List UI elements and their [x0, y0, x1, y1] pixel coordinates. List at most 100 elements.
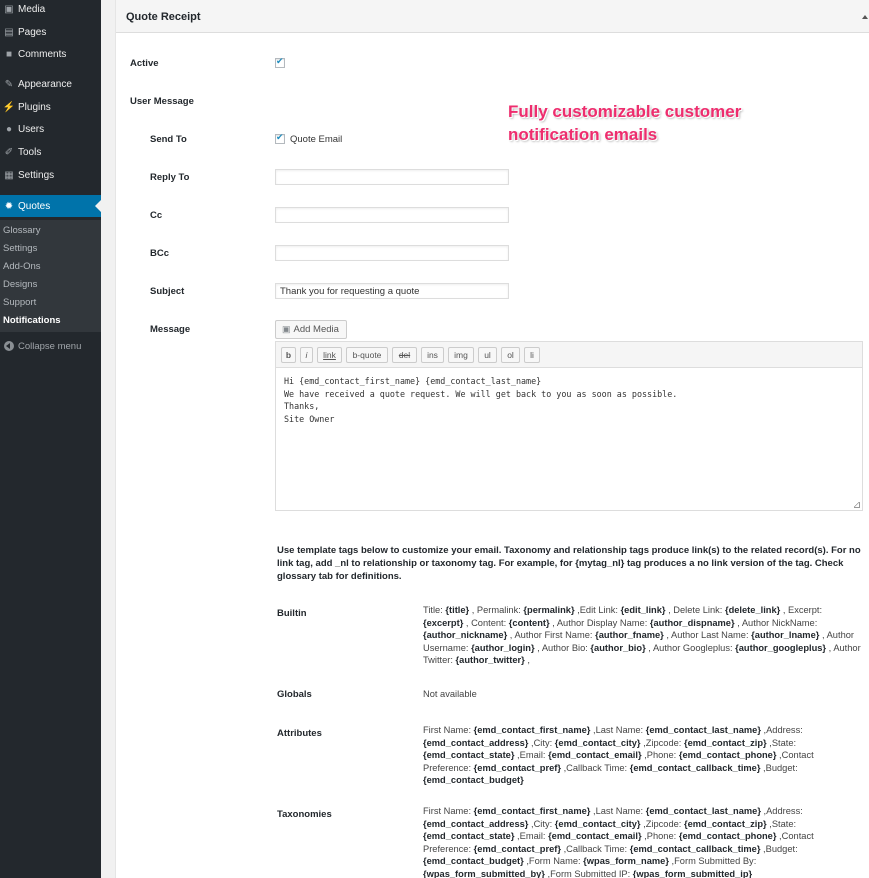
tag-code: {emd_contact_state}: [423, 831, 515, 841]
sidebar-item-plugins[interactable]: ⚡ Plugins: [0, 96, 101, 118]
submenu-item-add-ons[interactable]: Add-Ons: [3, 261, 41, 272]
tag-name: City:: [533, 737, 555, 748]
tag-name: Author First Name:: [514, 630, 596, 640]
tag-code: {emd_contact_phone}: [678, 750, 777, 760]
tag-code: {emd_contact_last_name}: [645, 806, 761, 816]
submenu-item-support[interactable]: Support: [3, 297, 36, 308]
ol-button[interactable]: ol: [501, 347, 520, 363]
tag-name: Phone:: [646, 831, 679, 841]
tag-name: Last Name:: [595, 806, 646, 816]
promo-line-1: Fully customizable customer: [508, 102, 742, 121]
settings-icon: ▦: [4, 169, 14, 181]
quote-receipt-panel: Quote Receipt Active User Message Send T…: [115, 0, 869, 878]
user-message-label: User Message: [130, 96, 194, 107]
tag-code: {emd_contact_email}: [548, 750, 642, 760]
italic-button[interactable]: i: [300, 347, 313, 363]
del-button[interactable]: del: [392, 347, 417, 363]
submenu-item-settings[interactable]: Settings: [3, 243, 37, 254]
globals-value: Not available: [423, 689, 477, 699]
tag-name: Zipcode:: [645, 737, 684, 748]
bcc-label: BCc: [150, 248, 170, 259]
tag-code: {wpas_form_submitted_by}: [423, 868, 545, 878]
tag-name: Address:: [766, 725, 803, 735]
cc-label: Cc: [150, 210, 163, 221]
tag-name: First Name:: [423, 806, 474, 816]
tag-name: Form Name:: [528, 856, 584, 866]
admin-sidebar: ▣ Media ▤ Pages ■ Comments ✎ Appearance ⚡ Plu…: [0, 0, 101, 878]
link-button[interactable]: link: [317, 347, 342, 363]
tag-code: {emd_contact_budget}: [423, 775, 524, 785]
sidebar-item-comments[interactable]: ■ Comments: [0, 43, 101, 65]
cc-input[interactable]: [275, 207, 509, 223]
quotes-submenu: Glossary Settings Add-Ons Designs Suppor…: [0, 220, 101, 332]
promo-line-2: notification emails: [508, 125, 658, 144]
submenu-item-notifications[interactable]: Notifications: [3, 315, 61, 326]
tag-code: {author_lname}: [751, 630, 820, 640]
ins-button[interactable]: ins: [421, 347, 444, 363]
send-to-label: Send To: [150, 134, 187, 145]
tag-name: City:: [533, 818, 555, 829]
sidebar-item-tools[interactable]: ✐ Tools: [0, 141, 101, 163]
tag-code: {author_login}: [471, 642, 535, 653]
ul-button[interactable]: ul: [478, 347, 497, 363]
bold-button[interactable]: b: [281, 347, 296, 363]
sidebar-item-pages[interactable]: ▤ Pages: [0, 21, 101, 43]
tag-name: Form Submitted By:: [674, 856, 757, 866]
message-body-textarea[interactable]: Hi {emd_contact_first_name} {emd_contact…: [276, 369, 862, 510]
tag-code: {author_googleplus}: [735, 642, 827, 653]
tag-name: State:: [771, 737, 797, 748]
tag-name: Author Display Name:: [556, 617, 650, 628]
sidebar-item-media[interactable]: ▣ Media: [0, 0, 101, 20]
globals-label: Globals: [277, 689, 312, 700]
active-checkbox[interactable]: [275, 56, 285, 68]
tag-name: Budget:: [765, 762, 798, 773]
sidebar-item-appearance[interactable]: ✎ Appearance: [0, 73, 101, 95]
tag-code: {content}: [508, 617, 550, 628]
tag-code: {emd_contact_budget}: [423, 856, 524, 866]
collapse-menu-button[interactable]: Collapse menu: [0, 338, 101, 354]
tag-code: {emd_contact_address}: [423, 737, 529, 748]
bcc-input[interactable]: [275, 245, 509, 261]
tag-name: Budget:: [765, 843, 798, 854]
tag-code: {emd_contact_city}: [554, 737, 641, 748]
tag-code: {excerpt}: [423, 617, 464, 628]
panel-header: Quote Receipt: [116, 0, 869, 33]
tag-code: {emd_contact_pref}: [473, 843, 561, 854]
tag-code: {delete_link}: [724, 605, 781, 615]
tag-code: {title}: [445, 605, 470, 615]
submenu-item-glossary[interactable]: Glossary: [3, 225, 40, 236]
add-media-button[interactable]: ▣ Add Media: [275, 320, 347, 339]
reply-to-label: Reply To: [150, 172, 190, 183]
message-editor: b i link b-quote del ins img ul ol li Hi…: [275, 341, 863, 511]
users-icon: ●: [5, 123, 13, 135]
tag-code: {emd_contact_pref}: [473, 762, 561, 773]
tag-code: {emd_contact_last_name}: [645, 725, 761, 735]
tag-name: Email:: [519, 750, 549, 760]
tag-name: Callback Time:: [566, 843, 630, 854]
media-icon: ▣: [282, 324, 291, 334]
li-button[interactable]: li: [524, 347, 540, 363]
reply-to-input[interactable]: [275, 169, 509, 185]
message-label: Message: [150, 324, 191, 335]
tag-name: Author Bio:: [541, 642, 591, 653]
quote-email-checkbox[interactable]: [275, 132, 285, 144]
submenu-item-designs[interactable]: Designs: [3, 279, 37, 290]
blockquote-button[interactable]: b-quote: [346, 347, 388, 363]
tag-name: Content:: [471, 617, 509, 628]
appearance-icon: ✎: [4, 78, 14, 90]
img-button[interactable]: img: [448, 347, 474, 363]
attributes-label: Attributes: [277, 728, 322, 739]
subject-input[interactable]: [275, 283, 509, 299]
plugins-icon: ⚡: [2, 101, 16, 113]
sidebar-item-quotes[interactable]: ✹ Quotes: [0, 195, 101, 217]
sidebar-item-settings[interactable]: ▦ Settings: [0, 164, 101, 186]
resize-handle-icon[interactable]: [854, 502, 860, 508]
sidebar-item-users[interactable]: ● Users: [0, 118, 101, 140]
comments-icon: ■: [5, 48, 13, 60]
tag-name: Zipcode:: [645, 818, 684, 829]
quicktags-toolbar: b i link b-quote del ins img ul ol li: [276, 342, 862, 368]
tag-name: Form Submitted IP:: [550, 868, 633, 878]
collapse-icon: [4, 341, 14, 351]
collapse-panel-arrow-icon[interactable]: [862, 15, 868, 19]
tag-name: Delete Link:: [673, 605, 725, 615]
